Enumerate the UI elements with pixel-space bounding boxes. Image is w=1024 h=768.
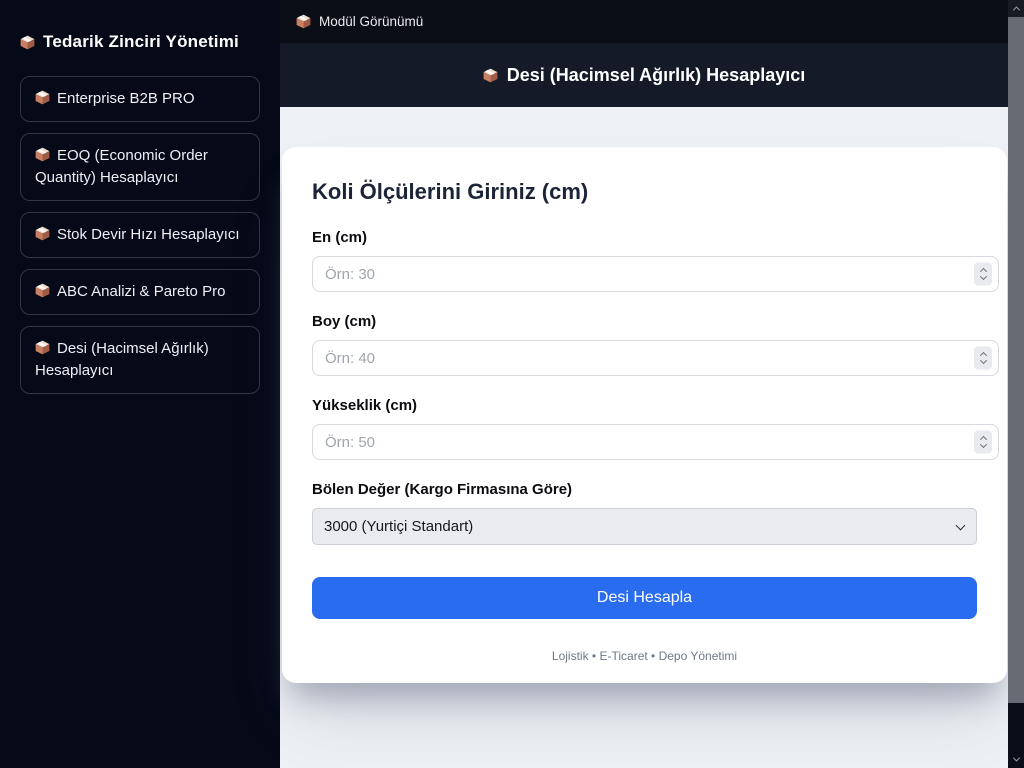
sidebar-item-enterprise-b2b[interactable]: Enterprise B2B PRO: [20, 76, 260, 122]
package-icon: [35, 340, 50, 355]
package-icon: [35, 147, 50, 162]
height-field-wrap: [312, 424, 999, 460]
package-icon: [296, 14, 311, 29]
length-field-wrap: [312, 340, 999, 376]
sidebar-title-label: Tedarik Zinciri Yönetimi: [43, 32, 239, 52]
length-stepper[interactable]: [974, 347, 992, 370]
package-icon: [20, 35, 35, 50]
sidebar-item-label: Stok Devir Hızı Hesaplayıcı: [57, 226, 240, 243]
card-footer-tags: Lojistik • E-Ticaret • Depo Yönetimi: [312, 649, 977, 663]
calculate-desi-button[interactable]: Desi Hesapla: [312, 577, 977, 619]
content-area: Koli Ölçülerini Giriniz (cm) En (cm) Boy…: [280, 107, 1008, 768]
vertical-scrollbar[interactable]: [1008, 0, 1024, 768]
scroll-down-button[interactable]: [1008, 751, 1024, 768]
divisor-select-wrap: 3000 (Yurtiçi Standart): [312, 508, 977, 545]
sidebar-item-desi[interactable]: Desi (Hacimsel Ağırlık) Hesaplayıcı: [20, 326, 260, 394]
sidebar-item-label: EOQ (Economic Order Quantity) Hesaplayıc…: [35, 147, 208, 186]
page-title: Desi (Hacimsel Ağırlık) Hesaplayıcı: [507, 65, 805, 86]
width-input[interactable]: [312, 256, 999, 292]
sidebar-item-label: ABC Analizi & Pareto Pro: [57, 283, 225, 300]
app-window: Tedarik Zinciri Yönetimi Enterprise B2B …: [0, 0, 1024, 768]
stepper-down-icon[interactable]: [979, 441, 986, 448]
stepper-down-icon[interactable]: [979, 273, 986, 280]
height-stepper[interactable]: [974, 431, 992, 454]
sidebar-item-label: Desi (Hacimsel Ağırlık) Hesaplayıcı: [35, 340, 209, 379]
divisor-select[interactable]: 3000 (Yurtiçi Standart): [312, 508, 977, 545]
package-icon: [35, 90, 50, 105]
package-icon: [35, 226, 50, 241]
topbar-label: Modül Görünümü: [319, 14, 423, 29]
width-stepper[interactable]: [974, 263, 992, 286]
length-label: Boy (cm): [312, 313, 977, 330]
chevron-down-icon: [1012, 755, 1019, 762]
page-header: Desi (Hacimsel Ağırlık) Hesaplayıcı: [280, 43, 1008, 107]
package-icon: [35, 283, 50, 298]
height-label: Yükseklik (cm): [312, 397, 977, 414]
sidebar-item-stok-devir[interactable]: Stok Devir Hızı Hesaplayıcı: [20, 212, 260, 258]
width-label: En (cm): [312, 229, 977, 246]
scrollbar-thumb[interactable]: [1008, 17, 1024, 703]
sidebar-item-eoq[interactable]: EOQ (Economic Order Quantity) Hesaplayıc…: [20, 133, 260, 201]
sidebar-item-label: Enterprise B2B PRO: [57, 90, 195, 107]
stepper-down-icon[interactable]: [979, 357, 986, 364]
width-field-wrap: [312, 256, 999, 292]
topbar: Modül Görünümü: [280, 0, 1008, 43]
sidebar-item-abc-analizi[interactable]: ABC Analizi & Pareto Pro: [20, 269, 260, 315]
divisor-label: Bölen Değer (Kargo Firmasına Göre): [312, 481, 977, 498]
desi-calculator-card: Koli Ölçülerini Giriniz (cm) En (cm) Boy…: [282, 147, 1007, 683]
height-input[interactable]: [312, 424, 999, 460]
sidebar: Tedarik Zinciri Yönetimi Enterprise B2B …: [0, 0, 280, 768]
main-area: Modül Görünümü Desi (Hacimsel Ağırlık) H…: [280, 0, 1008, 768]
chevron-up-icon: [1012, 6, 1019, 13]
scroll-up-button[interactable]: [1008, 0, 1024, 17]
card-heading: Koli Ölçülerini Giriniz (cm): [312, 179, 977, 205]
package-icon: [483, 68, 498, 83]
length-input[interactable]: [312, 340, 999, 376]
sidebar-title: Tedarik Zinciri Yönetimi: [20, 32, 260, 52]
